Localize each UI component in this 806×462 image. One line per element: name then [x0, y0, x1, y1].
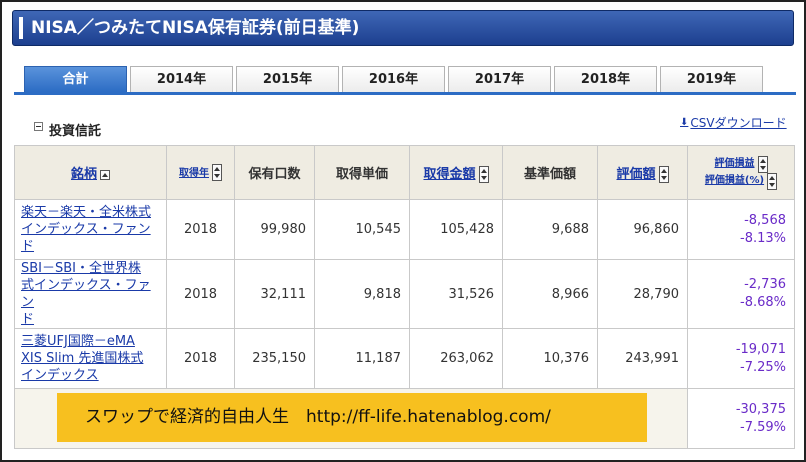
year-cell: 2018: [166, 199, 235, 260]
gain-cell: -2,736 -8.68%: [687, 259, 795, 329]
gain-value: -8,568: [744, 212, 786, 228]
year-cell: 2018: [166, 259, 235, 329]
gain-value: -19,071: [735, 341, 786, 357]
col-header-nav: 基準価額: [502, 145, 598, 200]
sort-gain-pct-icon[interactable]: [767, 172, 778, 190]
units-cell: 235,150: [234, 328, 315, 389]
col-header-year: 取得年: [166, 145, 235, 200]
table-row: 楽天－楽天・全米株式 インデックス・ファンド 2018 99,980 10,545…: [14, 199, 795, 260]
csv-download-link[interactable]: ⬇ CSVダウンロード: [680, 114, 787, 131]
gain-pct-value: -8.68%: [740, 295, 786, 310]
fund-name-link[interactable]: 楽天－楽天・全米株式 インデックス・ファンド: [21, 205, 151, 254]
sort-gain-icon[interactable]: [757, 155, 768, 173]
fund-name-link[interactable]: 三菱UFJ国際－eMA XIS Slim 先進国株式 インデックス: [21, 334, 143, 383]
gain-pct-value: -8.13%: [740, 230, 786, 246]
sort-cost-icon[interactable]: [478, 165, 489, 183]
year-cell: 2018: [166, 328, 235, 389]
sort-gain-pct-link[interactable]: 評価損益(%): [705, 173, 764, 189]
units-cell: 32,111: [234, 259, 315, 329]
window-frame: NISA／つみたてNISA保有証券(前日基準) 合計 2014年 2015年 2…: [0, 0, 806, 462]
csv-download-label: CSVダウンロード: [690, 116, 787, 130]
sort-valuation-link[interactable]: 評価額: [616, 167, 655, 182]
col-header-cost: 取得金額: [409, 145, 503, 200]
sort-name-icon[interactable]: [100, 169, 110, 180]
tab-2017[interactable]: 2017年: [448, 66, 551, 92]
col-header-name: 銘柄: [14, 145, 167, 200]
page-title: NISA／つみたてNISA保有証券(前日基準): [12, 10, 794, 46]
nav-cell: 10,376: [502, 328, 598, 389]
section-header: 投資信託: [34, 120, 101, 139]
fund-name-cell: SBI－SBI・全世界株 式インデックス・ファンド: [14, 259, 167, 329]
download-arrow-icon: ⬇: [680, 117, 689, 128]
gain-value: -2,736: [744, 277, 786, 292]
valuation-cell: 28,790: [597, 259, 688, 329]
col-header-units: 保有口数: [234, 145, 315, 200]
valuation-cell: 96,860: [597, 199, 688, 260]
unit-price-cell: 9,818: [314, 259, 410, 329]
table-header-row: 銘柄 取得年 保有口数 取得単価 取得金額 基準価額 評価額 評価損益 評価損益…: [14, 145, 795, 200]
cost-cell: 105,428: [409, 199, 503, 260]
tab-underline: [14, 92, 796, 95]
tab-2014[interactable]: 2014年: [130, 66, 233, 92]
gain-pct-value: -7.25%: [740, 359, 786, 375]
table-row: 三菱UFJ国際－eMA XIS Slim 先進国株式 インデックス 2018 235…: [14, 328, 795, 389]
fund-name-link[interactable]: SBI－SBI・全世界株 式インデックス・ファンド: [21, 261, 151, 327]
gain-cell: -8,568 -8.13%: [687, 199, 795, 260]
sort-cost-link[interactable]: 取得金額: [423, 167, 475, 182]
tab-2018[interactable]: 2018年: [554, 66, 657, 92]
tab-2019[interactable]: 2019年: [660, 66, 763, 92]
tab-2016[interactable]: 2016年: [342, 66, 445, 92]
sort-year-link[interactable]: 取得年: [179, 168, 209, 179]
sort-name-link[interactable]: 銘柄: [71, 167, 97, 182]
cost-cell: 31,526: [409, 259, 503, 329]
sort-year-icon[interactable]: [212, 164, 222, 181]
year-tabs: 合計 2014年 2015年 2016年 2017年 2018年 2019年: [24, 66, 763, 92]
nav-cell: 9,688: [502, 199, 598, 260]
total-gain-value: -30,375: [735, 401, 786, 417]
col-header-unit-price: 取得単価: [314, 145, 410, 200]
cost-cell: 263,062: [409, 328, 503, 389]
section-title: 投資信託: [49, 124, 102, 139]
table-row: SBI－SBI・全世界株 式インデックス・ファンド 2018 32,111 9,8…: [14, 259, 795, 329]
fund-name-cell: 三菱UFJ国際－eMA XIS Slim 先進国株式 インデックス: [14, 328, 167, 389]
nav-cell: 8,966: [502, 259, 598, 329]
sort-valuation-icon[interactable]: [658, 165, 669, 183]
total-gain-cell: -30,375 -7.59%: [687, 388, 795, 449]
col-header-valuation: 評価額: [597, 145, 688, 200]
fund-name-cell: 楽天－楽天・全米株式 インデックス・ファンド: [14, 199, 167, 260]
tab-total[interactable]: 合計: [24, 66, 127, 92]
total-gain-pct-value: -7.59%: [740, 419, 786, 435]
collapse-icon[interactable]: [34, 122, 43, 131]
sort-gain-link[interactable]: 評価損益: [715, 156, 755, 172]
col-header-gain: 評価損益 評価損益(%): [687, 145, 795, 200]
gain-cell: -19,071 -7.25%: [687, 328, 795, 389]
unit-price-cell: 10,545: [314, 199, 410, 260]
blog-watermark-banner: スワップで経済的自由人生 http://ff-life.hatenablog.c…: [57, 393, 647, 442]
units-cell: 99,980: [234, 199, 315, 260]
tab-2015[interactable]: 2015年: [236, 66, 339, 92]
unit-price-cell: 11,187: [314, 328, 410, 389]
valuation-cell: 243,991: [597, 328, 688, 389]
